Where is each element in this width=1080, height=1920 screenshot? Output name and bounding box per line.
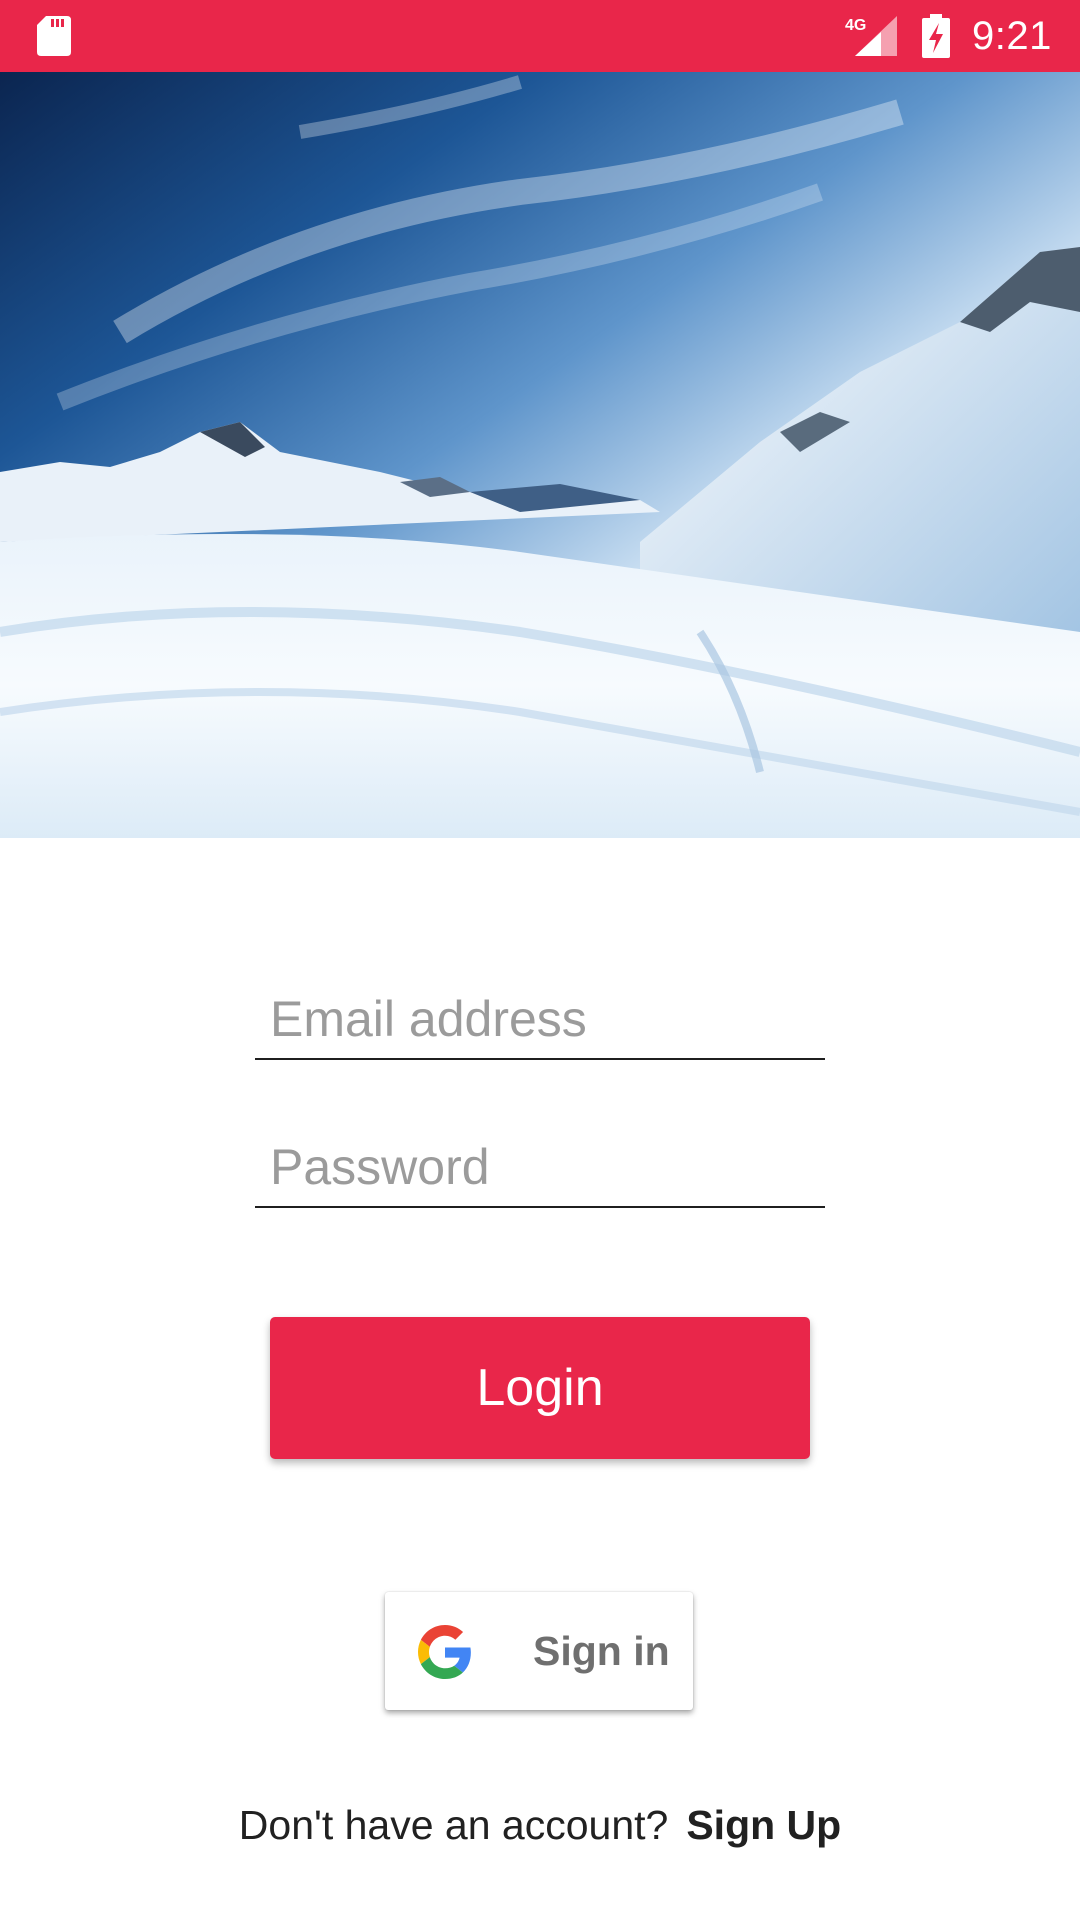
network-type-label: 4G [845, 17, 866, 34]
signal-4g-icon: 4G [845, 16, 897, 56]
password-input[interactable] [270, 1138, 810, 1196]
login-button[interactable]: Login [270, 1317, 810, 1459]
battery-charging-icon [922, 14, 950, 58]
google-logo-icon [418, 1625, 471, 1679]
google-sign-in-label: Sign in [533, 1628, 670, 1674]
password-field[interactable] [255, 1114, 825, 1208]
login-button-label: Login [476, 1359, 604, 1417]
snowy-mountains-landscape [0, 72, 1080, 838]
sd-card-icon [37, 16, 71, 56]
close-button[interactable] [952, 196, 1028, 272]
status-bar: 4G 9:21 [0, 0, 1080, 72]
hero-image [0, 72, 1080, 838]
sign-up-link[interactable]: Sign Up [686, 1802, 841, 1848]
signup-row: Don't have an account? Sign Up [0, 1802, 1080, 1849]
email-field[interactable] [255, 966, 825, 1060]
close-icon [952, 196, 1080, 838]
clock: 9:21 [972, 14, 1052, 58]
signup-prompt: Don't have an account? [238, 1802, 669, 1848]
google-sign-in-button[interactable]: Sign in [385, 1592, 693, 1710]
email-input[interactable] [270, 990, 810, 1048]
